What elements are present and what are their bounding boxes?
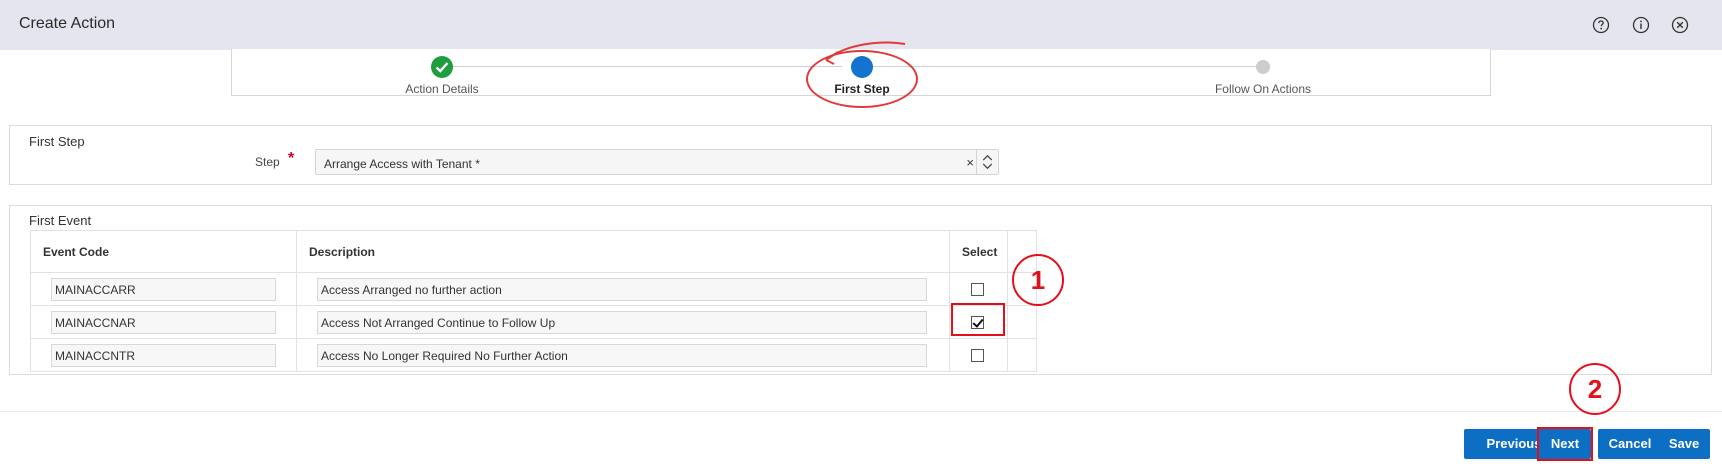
annotation-ellipse [806,50,918,108]
column-header-select[interactable]: Select [949,230,1008,273]
train-label-follow-on-actions[interactable]: Follow On Actions [1215,82,1311,96]
footer-divider [0,411,1722,412]
annotation-box-next [1537,427,1593,461]
description-field[interactable]: Access Arranged no further action [317,277,927,301]
column-header-event-code[interactable]: Event Code [30,230,297,273]
train-stop-action-details[interactable] [430,55,454,79]
description-field[interactable]: Access Not Arranged Continue to Follow U… [317,310,927,334]
train-stop-follow-on-actions[interactable] [1255,59,1271,75]
train-label-action-details[interactable]: Action Details [405,82,478,96]
table-row: MAINACCNAR Access Not Arranged Continue … [30,305,1037,339]
annotation-callout-2: 2 [1569,363,1621,415]
table-row: MAINACCARR Access Arranged no further ac… [30,272,1037,306]
first-step-title: First Step [29,134,85,149]
description-field[interactable]: Access No Longer Required No Further Act… [317,343,927,367]
table-header-row: Event Code Description Select [30,230,1037,273]
annotation-callout-1: 1 [1012,254,1064,306]
dialog-header: Create Action [0,0,1722,50]
column-header-description[interactable]: Description [296,230,950,273]
info-icon[interactable] [1632,16,1650,34]
event-code-field[interactable]: MAINACCNTR [51,343,276,367]
table-row: MAINACCNTR Access No Longer Required No … [30,338,1037,372]
cancel-button[interactable]: Cancel [1598,429,1662,459]
event-table: Event Code Description Select MAINACCARR… [30,230,1037,372]
dialog-title: Create Action [19,15,116,32]
event-code-field[interactable]: MAINACCARR [51,277,276,301]
select-checkbox[interactable] [971,283,984,297]
annotation-box-checkbox [951,303,1005,336]
close-icon[interactable] [1671,16,1689,34]
train-connector [862,66,1262,67]
event-code-field[interactable]: MAINACCNAR [51,310,276,334]
help-icon[interactable] [1592,16,1610,34]
required-marker: * [288,150,295,167]
first-event-title: First Event [29,213,92,228]
clear-icon[interactable]: × [966,155,974,170]
select-checkbox[interactable] [971,349,984,363]
step-select[interactable]: Arrange Access with Tenant * × [315,149,999,175]
step-select-value: Arrange Access with Tenant * [324,157,480,171]
save-button[interactable]: Save [1658,429,1710,459]
train-connector [442,66,842,67]
step-label: Step [255,155,280,169]
stepper-icon[interactable] [976,150,998,174]
